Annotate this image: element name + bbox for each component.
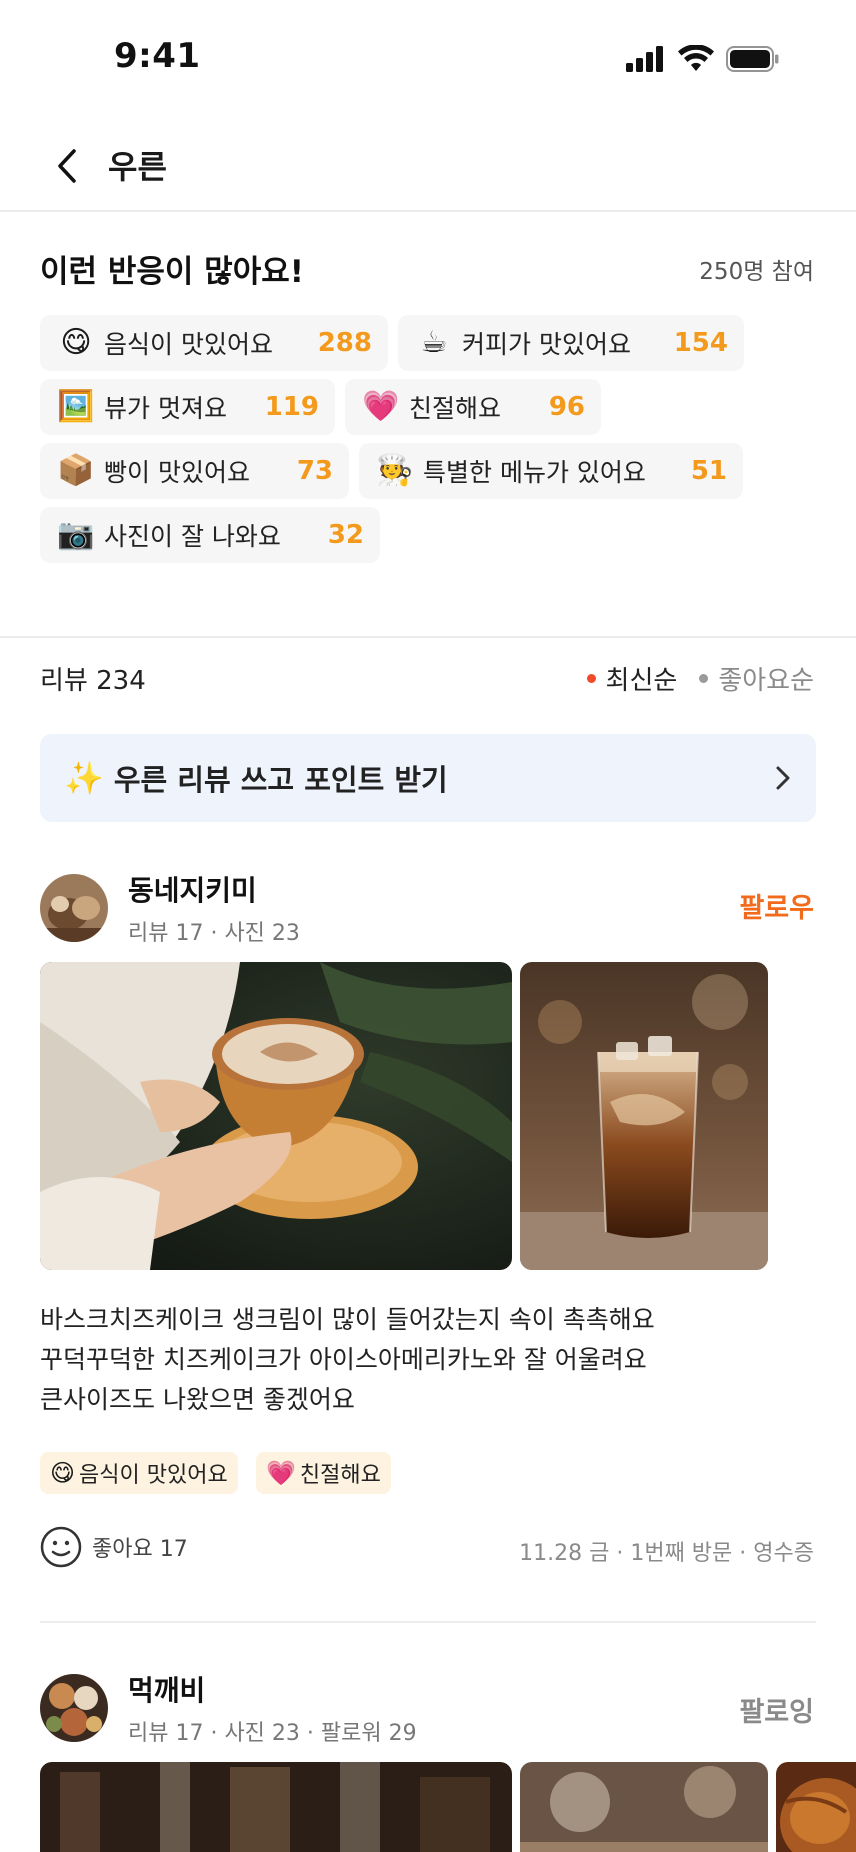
reaction-count: 119 bbox=[264, 392, 319, 422]
reaction-label: 친절해요 bbox=[409, 394, 502, 423]
review-photo-cafe-interior[interactable] bbox=[40, 1762, 512, 1852]
status-time: 9:41 bbox=[114, 36, 201, 76]
reaction-count: 288 bbox=[317, 328, 372, 358]
participants-count: 250명 참여 bbox=[699, 259, 814, 285]
reaction-count: 73 bbox=[296, 456, 333, 486]
review-tag: 💗 친절해요 bbox=[256, 1452, 391, 1494]
reaction-count: 154 bbox=[673, 328, 728, 358]
framed-picture-icon: 🖼️ bbox=[57, 389, 95, 424]
review-divider bbox=[40, 1621, 816, 1623]
reaction-chip-photo[interactable]: 📷 사진이 잘 나와요 32 bbox=[40, 507, 380, 563]
banner-text: 우른 리뷰 쓰고 포인트 받기 bbox=[113, 763, 448, 797]
author-stats: 리뷰 17 · 사진 23 bbox=[128, 921, 300, 946]
heart-icon: 💗 bbox=[266, 1459, 296, 1487]
reaction-chip-bread[interactable]: 📦 빵이 맛있어요 73 bbox=[40, 443, 349, 499]
reaction-chip-menu[interactable]: 🧑‍🍳 특별한 메뉴가 있어요 51 bbox=[359, 443, 743, 499]
page-title: 우른 bbox=[108, 148, 167, 186]
reaction-chip-view[interactable]: 🖼️ 뷰가 멋져요 119 bbox=[40, 379, 335, 435]
review-tag-label: 친절해요 bbox=[299, 1463, 381, 1488]
review-line: 바스크치즈케이크 생크림이 많이 들어갔는지 속이 촉촉해요 bbox=[40, 1305, 655, 1334]
visit-info: 11.28 금 · 1번째 방문 · 영수증 bbox=[519, 1541, 814, 1566]
sparkles-icon: ✨ bbox=[64, 759, 104, 797]
status-bar: 9:41 bbox=[0, 0, 856, 118]
back-button[interactable] bbox=[40, 138, 96, 194]
sort-latest[interactable]: 최신순 bbox=[586, 660, 678, 697]
review-body: 바스크치즈케이크 생크림이 많이 들어갔는지 속이 촉촉해요 꾸덕꾸덕한 치즈케… bbox=[40, 1300, 820, 1420]
heart-icon: 💗 bbox=[362, 389, 400, 424]
reaction-label: 빵이 맛있어요 bbox=[104, 458, 250, 487]
review-count: 리뷰 234 bbox=[40, 666, 146, 696]
inactive-dot-icon bbox=[699, 674, 709, 683]
review-line: 꾸덕꾸덕한 치즈케이크가 아이스아메리카노와 잘 어울려요 bbox=[40, 1345, 647, 1374]
review-photo-iced-coffee[interactable] bbox=[520, 962, 768, 1270]
review-author[interactable]: 동네지키미 리뷰 17 · 사진 23 bbox=[40, 869, 300, 947]
write-review-banner[interactable]: ✨ 우른 리뷰 쓰고 포인트 받기 bbox=[40, 734, 816, 822]
reaction-count: 96 bbox=[548, 392, 585, 422]
review-photo-latte[interactable] bbox=[40, 962, 512, 1270]
follow-button[interactable]: 팔로우 bbox=[739, 886, 814, 925]
camera-icon: 📷 bbox=[57, 517, 95, 552]
sort-latest-label: 최신순 bbox=[605, 666, 678, 696]
reaction-label: 커피가 맛있어요 bbox=[462, 330, 631, 359]
reaction-chip-coffee[interactable]: ☕ 커피가 맛있어요 154 bbox=[398, 315, 744, 371]
yummy-face-icon: 😋 bbox=[60, 325, 92, 360]
wifi-icon bbox=[678, 45, 714, 71]
status-icons bbox=[626, 44, 780, 74]
back-chevron-icon bbox=[58, 149, 76, 183]
like-button[interactable]: 좋아요 17 bbox=[40, 1526, 188, 1568]
yummy-face-icon: 😋 bbox=[50, 1459, 76, 1487]
reaction-label: 특별한 메뉴가 있어요 bbox=[423, 458, 646, 487]
smile-icon bbox=[40, 1526, 82, 1568]
review-tag-label: 음식이 맛있어요 bbox=[79, 1463, 228, 1488]
reaction-label: 사진이 잘 나와요 bbox=[104, 522, 281, 551]
author-name: 먹깨비 bbox=[128, 1674, 206, 1707]
following-button[interactable]: 팔로잉 bbox=[739, 1690, 814, 1729]
author-name: 동네지키미 bbox=[128, 874, 257, 907]
avatar bbox=[40, 1674, 108, 1742]
chef-icon: 🧑‍🍳 bbox=[376, 453, 414, 488]
review-photo-croissant[interactable] bbox=[776, 1762, 856, 1852]
reaction-label: 뷰가 멋져요 bbox=[104, 394, 227, 423]
battery-icon bbox=[726, 46, 779, 72]
reaction-count: 51 bbox=[690, 456, 727, 486]
package-icon: 📦 bbox=[57, 453, 95, 488]
avatar bbox=[40, 874, 108, 942]
author-stats: 리뷰 17 · 사진 23 · 팔로워 29 bbox=[128, 1721, 417, 1746]
cellular-signal-icon bbox=[626, 46, 663, 72]
review-line: 큰사이즈도 나왔으면 좋겠어요 bbox=[40, 1385, 355, 1414]
top-nav-bar: 우른 bbox=[0, 118, 856, 212]
like-count: 좋아요 17 bbox=[92, 1537, 188, 1562]
sort-likes-label: 좋아요순 bbox=[718, 666, 814, 696]
reaction-summary-section: 이런 반응이 많아요! 250명 참여 😋 음식이 맛있어요 288 ☕ 커피가… bbox=[0, 212, 856, 636]
review-author[interactable]: 먹깨비 리뷰 17 · 사진 23 · 팔로워 29 bbox=[40, 1669, 417, 1747]
review-tag: 😋 음식이 맛있어요 bbox=[40, 1452, 238, 1494]
sort-likes[interactable]: 좋아요순 bbox=[699, 660, 814, 697]
sort-options: 최신순 좋아요순 bbox=[586, 660, 814, 697]
section-divider bbox=[0, 636, 856, 638]
reaction-label: 음식이 맛있어요 bbox=[104, 330, 273, 359]
chevron-right-icon bbox=[776, 766, 790, 790]
reactions-title: 이런 반응이 많아요! bbox=[40, 254, 304, 290]
coffee-icon: ☕ bbox=[420, 325, 448, 360]
reaction-chip-food[interactable]: 😋 음식이 맛있어요 288 bbox=[40, 315, 388, 371]
reaction-count: 32 bbox=[327, 520, 364, 550]
active-dot-icon bbox=[586, 674, 596, 683]
review-photo-dessert[interactable] bbox=[520, 1762, 768, 1852]
reaction-chip-kind[interactable]: 💗 친절해요 96 bbox=[345, 379, 601, 435]
